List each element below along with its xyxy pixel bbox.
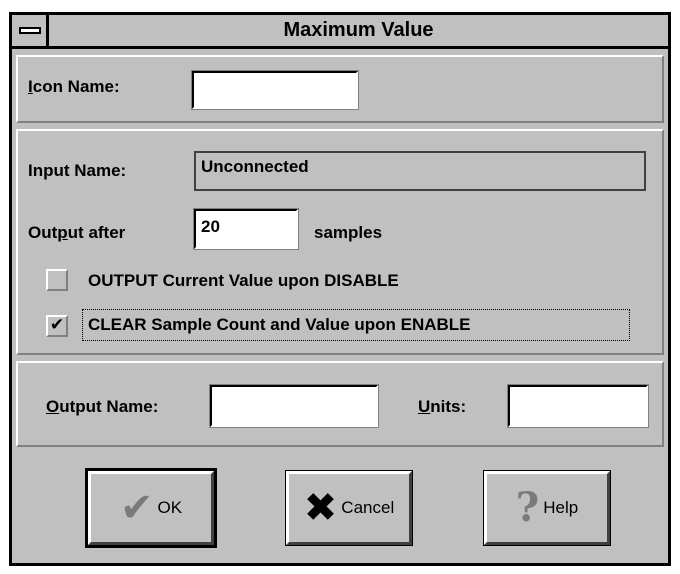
button-bar: ✔ OK ✖ Cancel ? Help (16, 451, 664, 559)
output-name-label: Output Name: (46, 397, 159, 416)
input-settings-group: Input Name: Unconnected Output after 20 … (16, 129, 664, 355)
checkmark-icon: ✔ (119, 486, 154, 530)
system-menu-icon (19, 27, 41, 34)
output-name-input[interactable] (209, 384, 379, 428)
samples-label: samples (314, 223, 383, 242)
ok-button[interactable]: ✔ OK (85, 468, 217, 548)
output-on-disable-label: OUTPUT Current Value upon DISABLE (88, 271, 399, 290)
output-on-disable-checkbox[interactable] (46, 269, 68, 291)
cancel-button-label: Cancel (341, 498, 395, 517)
dialog-window: Maximum Value Icon Name: Input Name: Unc… (9, 12, 671, 566)
window-title: Maximum Value (283, 19, 434, 41)
icon-name-label: Icon Name: (28, 77, 120, 96)
system-menu-button[interactable] (12, 15, 49, 46)
input-name-field: Unconnected (194, 151, 646, 191)
x-icon: ✖ (303, 485, 338, 531)
cancel-button[interactable]: ✖ Cancel (285, 470, 413, 546)
output-after-label: Output after (28, 223, 126, 242)
clear-on-enable-label: CLEAR Sample Count and Value upon ENABLE (88, 315, 471, 334)
clear-on-enable-checkbox[interactable]: ✔ (46, 315, 68, 337)
ok-button-label: OK (157, 498, 183, 517)
help-button-label: Help (543, 498, 579, 517)
icon-name-group: Icon Name: (16, 55, 664, 123)
help-button[interactable]: ? Help (483, 470, 611, 546)
icon-name-input[interactable] (191, 70, 359, 110)
input-name-label: Input Name: (28, 161, 127, 180)
title-bar: Maximum Value (12, 15, 668, 49)
output-settings-group: Output Name: Units: (16, 361, 664, 447)
units-label: Units: (418, 397, 467, 416)
question-mark-icon: ? (515, 484, 540, 531)
samples-input[interactable]: 20 (193, 208, 299, 250)
units-input[interactable] (507, 384, 649, 428)
checkmark-icon: ✔ (49, 315, 65, 334)
